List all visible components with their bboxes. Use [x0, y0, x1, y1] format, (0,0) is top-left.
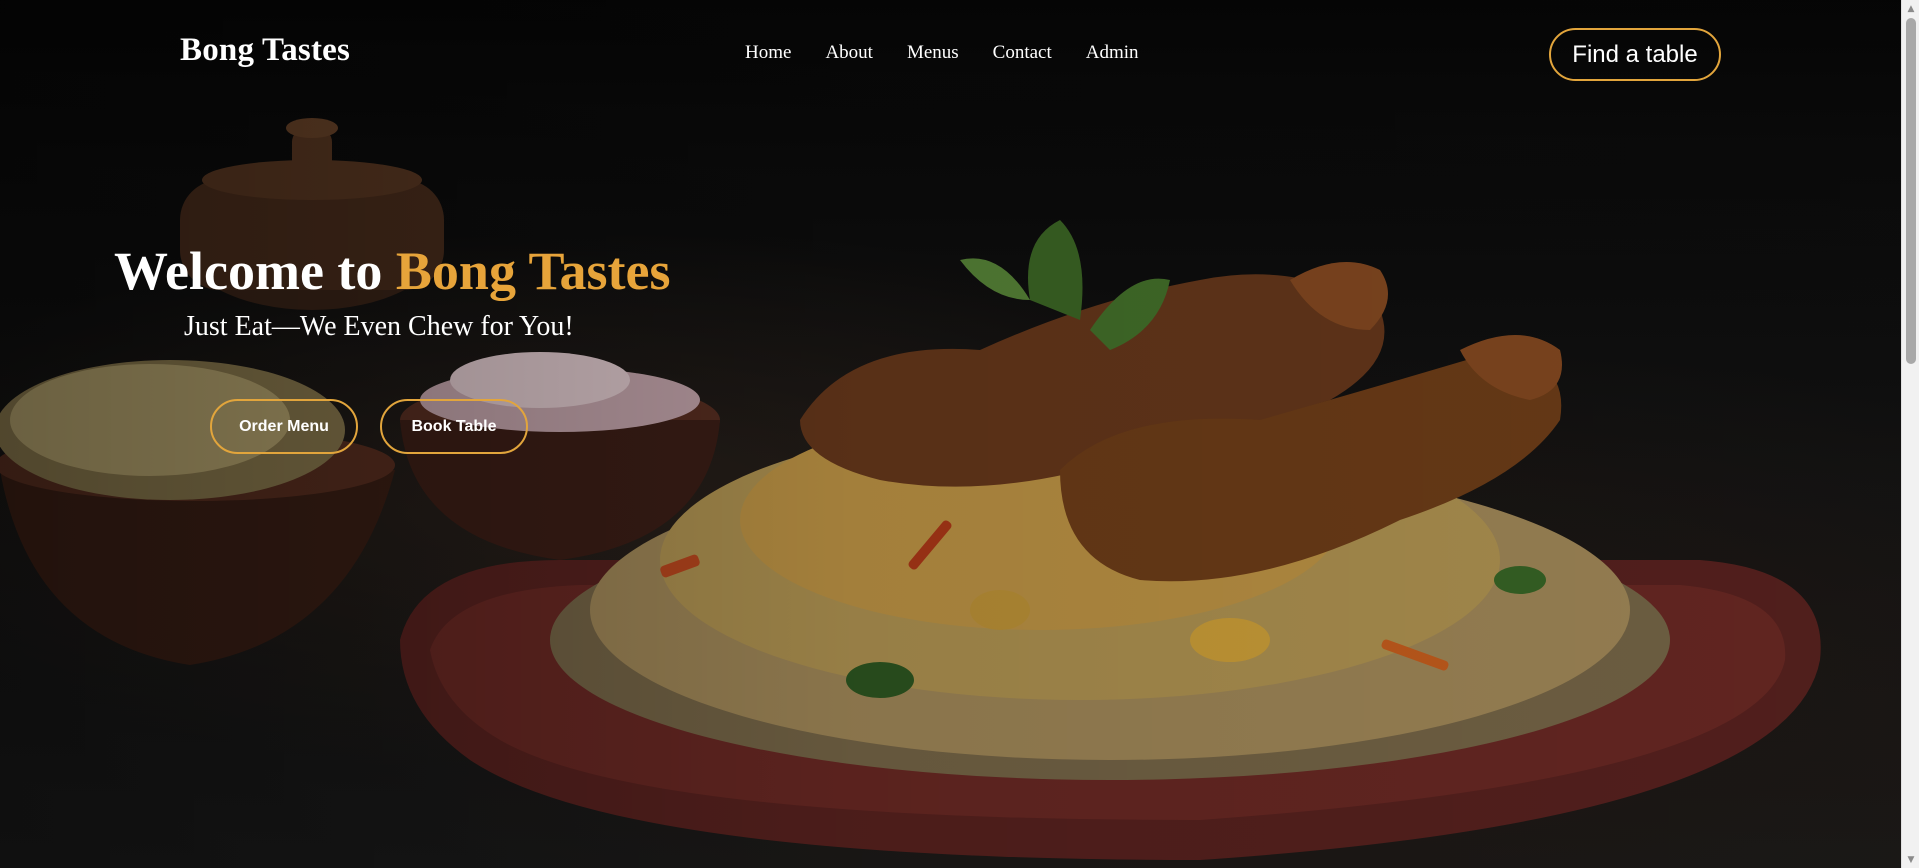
nav-link-menus[interactable]: Menus	[907, 42, 959, 64]
nav-link-about[interactable]: About	[825, 42, 873, 64]
nav-link-home[interactable]: Home	[745, 42, 791, 64]
brand-logo[interactable]: Bong Tastes	[180, 32, 350, 69]
page-viewport: Bong Tastes Home About Menus Contact Adm…	[0, 0, 1901, 868]
order-menu-button[interactable]: Order Menu	[210, 399, 358, 454]
hero-subtitle: Just Eat—We Even Chew for You!	[184, 311, 574, 342]
scrollbar-thumb[interactable]	[1906, 18, 1916, 364]
site-header: Bong Tastes Home About Menus Contact Adm…	[0, 0, 1901, 108]
nav-link-contact[interactable]: Contact	[993, 42, 1052, 64]
triangle-down-icon[interactable]: ▼	[1902, 851, 1919, 868]
find-table-button[interactable]: Find a table	[1549, 28, 1721, 81]
book-table-button[interactable]: Book Table	[380, 399, 528, 454]
nav-link-admin[interactable]: Admin	[1086, 42, 1139, 64]
hero-title-accent: Bong Tastes	[395, 241, 671, 301]
page-scrollbar[interactable]: ▲ ▼	[1901, 0, 1919, 868]
hero-title: Welcome to Bong Tastes	[114, 240, 671, 302]
triangle-up-icon[interactable]: ▲	[1902, 0, 1919, 17]
main-nav: Home About Menus Contact Admin	[745, 42, 1139, 64]
hero-title-prefix: Welcome to	[114, 241, 396, 301]
